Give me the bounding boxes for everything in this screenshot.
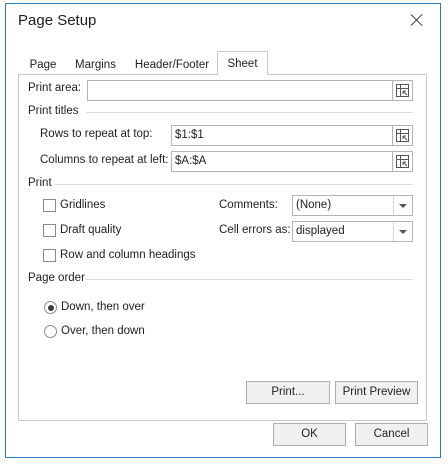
comments-value: (None): [296, 199, 332, 211]
print-area-label: Print area:: [28, 82, 82, 94]
gridlines-label: Gridlines: [60, 199, 106, 211]
down-then-over-radio[interactable]: [44, 301, 57, 314]
cell-errors-value: displayed: [296, 225, 345, 237]
print-area-collapse-button[interactable]: [392, 80, 413, 101]
page-order-heading: Page order: [28, 272, 85, 284]
page-setup-dialog: Page Setup Page Margins Header/Footer Sh…: [5, 3, 441, 458]
print-area-input[interactable]: [87, 80, 393, 101]
print-heading: Print: [28, 177, 52, 189]
row-col-headings-checkbox[interactable]: [43, 249, 56, 262]
collapse-range-icon: [396, 129, 409, 142]
collapse-range-icon: [396, 84, 409, 97]
rows-repeat-collapse-button[interactable]: [392, 125, 413, 146]
draft-quality-checkbox[interactable]: [43, 224, 56, 237]
tab-page[interactable]: Page: [21, 56, 65, 75]
over-then-down-radio[interactable]: [44, 325, 57, 338]
cell-errors-label: Cell errors as:: [219, 224, 291, 236]
rows-repeat-label: Rows to repeat at top:: [40, 128, 153, 140]
chevron-down-icon[interactable]: [393, 222, 412, 241]
gridlines-checkbox[interactable]: [43, 199, 56, 212]
tab-sheet[interactable]: Sheet: [217, 51, 268, 75]
cols-repeat-label: Columns to repeat at left:: [40, 154, 169, 166]
close-icon[interactable]: [409, 12, 425, 28]
cancel-button[interactable]: Cancel: [355, 423, 428, 446]
dialog-title: Page Setup: [18, 12, 97, 29]
rows-repeat-input[interactable]: $1:$1: [171, 125, 393, 146]
comments-dropdown[interactable]: (None): [292, 195, 413, 216]
cols-repeat-input[interactable]: $A:$A: [171, 151, 393, 172]
print-divider: [55, 184, 413, 185]
print-titles-divider: [86, 112, 413, 113]
comments-label: Comments:: [219, 199, 278, 211]
tab-margins[interactable]: Margins: [68, 56, 123, 75]
row-col-headings-label: Row and column headings: [60, 249, 196, 261]
down-then-over-label: Down, then over: [61, 301, 145, 313]
page-order-divider: [86, 279, 413, 280]
chevron-down-icon[interactable]: [393, 196, 412, 215]
print-titles-heading: Print titles: [28, 105, 79, 117]
draft-quality-label: Draft quality: [60, 224, 122, 236]
cell-errors-dropdown[interactable]: displayed: [292, 221, 413, 242]
print-preview-button[interactable]: Print Preview: [335, 381, 418, 404]
print-button[interactable]: Print...: [246, 381, 330, 404]
collapse-range-icon: [396, 155, 409, 168]
cols-repeat-collapse-button[interactable]: [392, 151, 413, 172]
over-then-down-label: Over, then down: [61, 325, 145, 337]
ok-button[interactable]: OK: [273, 423, 346, 446]
tab-header-footer[interactable]: Header/Footer: [127, 56, 217, 75]
